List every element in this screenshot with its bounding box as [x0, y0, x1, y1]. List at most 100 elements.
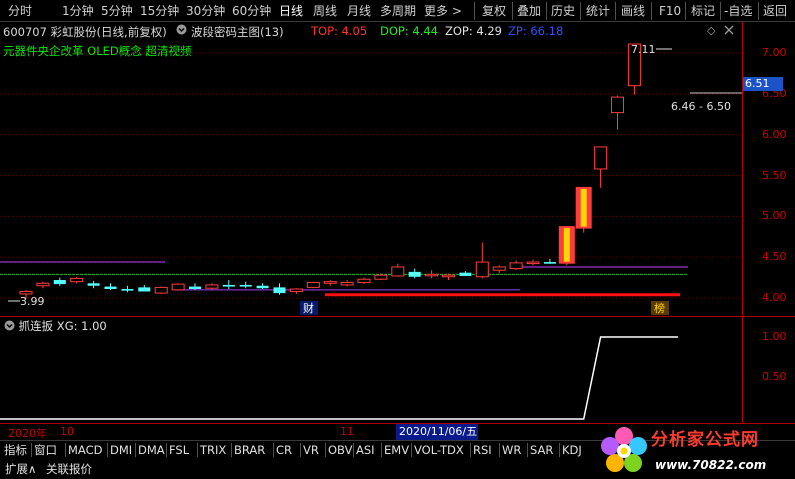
history-button[interactable]: 历史: [551, 3, 575, 19]
candle-body-up: [340, 281, 354, 286]
candle-body-up: [509, 262, 523, 270]
tab-divider: [353, 443, 354, 457]
candle-body-up: [36, 282, 50, 287]
current-price-label: 6.51: [743, 77, 783, 91]
adjust-button[interactable]: 复权: [482, 3, 506, 19]
indicator-tab-rsi[interactable]: RSI: [473, 442, 492, 458]
indicator-tab-fsl[interactable]: FSL: [169, 442, 189, 458]
indicator-tab-obv[interactable]: OBV: [328, 442, 352, 458]
indicator-tab-指标[interactable]: 指标: [4, 442, 27, 458]
indicator-tab-asi[interactable]: ASI: [356, 442, 375, 458]
indicator-tab-brar[interactable]: BRAR: [234, 442, 265, 458]
overlay-button[interactable]: 叠加: [517, 3, 541, 19]
tab-more[interactable]: 更多 >: [424, 3, 462, 19]
candle-body-up: [19, 290, 33, 295]
candlestick-chart: 7.11 6.46 - 6.50 3.99 财 榜: [0, 43, 742, 315]
indicator-tab-trix[interactable]: TRIX: [200, 442, 226, 458]
tab-divider: [107, 443, 108, 457]
candle-body-down: [408, 271, 421, 277]
mark-button[interactable]: 标记: [691, 3, 715, 19]
candle-body-down: [104, 286, 117, 290]
candle-body-down: [256, 285, 269, 289]
candle-body-up: [425, 273, 439, 277]
marker-bang: 榜: [654, 301, 665, 315]
price-tick: 4.00: [762, 291, 787, 304]
candle-body-down: [273, 287, 286, 294]
tab-30min[interactable]: 30分钟: [186, 3, 225, 19]
tab-divider: [135, 443, 136, 457]
tab-divider: [381, 443, 382, 457]
tab-5min[interactable]: 5分钟: [101, 3, 133, 19]
indicator-tab-sar[interactable]: SAR: [530, 442, 553, 458]
tab-divider: [231, 443, 232, 457]
price-tick: 4.50: [762, 250, 787, 264]
price-tick: 6.00: [762, 127, 787, 141]
candle-body-up: [205, 284, 219, 289]
tab-1min[interactable]: 1分钟: [62, 3, 94, 19]
tab-divider: [166, 443, 167, 457]
f10-button[interactable]: F10: [659, 3, 681, 19]
remove-watchlist-button[interactable]: -自选: [724, 3, 752, 19]
tab-15min[interactable]: 15分钟: [140, 3, 179, 19]
tab-fenshi[interactable]: 分时: [8, 3, 32, 19]
expand-button[interactable]: 扩展∧: [5, 461, 36, 477]
toolbar-divider: [512, 2, 513, 20]
indicator-tick: 1.00: [762, 330, 787, 343]
date-month-11: 11: [340, 425, 354, 438]
tab-divider: [499, 443, 500, 457]
tab-divider: [527, 443, 528, 457]
tab-daily[interactable]: 日线: [279, 3, 303, 19]
tab-multi-period[interactable]: 多周期: [380, 3, 416, 19]
indicator-tab-窗口[interactable]: 窗口: [34, 442, 57, 458]
candle-body-down: [543, 262, 556, 264]
range-label: 6.46 - 6.50: [671, 100, 731, 113]
candle-body-up: [306, 281, 320, 288]
period-toolbar: 分时 1分钟 5分钟 15分钟 30分钟 60分钟 日线 周线 月线 多周期 更…: [0, 0, 795, 22]
indicator-tab-dma[interactable]: DMA: [138, 442, 165, 458]
toolbar-divider: [651, 2, 652, 20]
candle-body-up: [611, 96, 624, 114]
toolbar-divider: [685, 2, 686, 20]
candle-body-up: [526, 261, 540, 265]
indicator-tab-cr[interactable]: CR: [276, 442, 292, 458]
indicator-tab-emv[interactable]: EMV: [384, 442, 409, 458]
candle-body-down: [138, 287, 151, 292]
toolbar-divider: [615, 2, 616, 20]
related-quote-tab[interactable]: 关联报价: [46, 461, 92, 477]
indicator-tab-vr[interactable]: VR: [303, 442, 319, 458]
price-tick: 5.00: [762, 209, 787, 223]
candle-body-up: [323, 281, 337, 284]
candle-body-down: [53, 280, 66, 285]
toolbar-divider: [546, 2, 547, 20]
candle-body-up: [475, 261, 489, 278]
candle-body-up: [154, 286, 168, 294]
price-tick: 5.50: [762, 168, 787, 182]
indicator-tick: 0.50: [762, 370, 787, 383]
indicator-tab-dmi[interactable]: DMI: [110, 442, 132, 458]
indicator-tab-wr[interactable]: WR: [502, 442, 521, 458]
indicator-tab-kdj[interactable]: KDJ: [562, 442, 582, 458]
tab-monthly[interactable]: 月线: [347, 3, 371, 19]
indicator-tab-macd[interactable]: MACD: [68, 442, 102, 458]
watermark-url: www.70822.com: [655, 458, 767, 472]
candle-body-up: [492, 266, 506, 271]
candle-body-down: [121, 289, 134, 291]
marker-cai: 财: [303, 301, 314, 315]
candle-body-up: [442, 274, 455, 278]
candle-body-down: [459, 272, 472, 276]
candle-body-up: [289, 288, 303, 292]
stats-button[interactable]: 统计: [586, 3, 610, 19]
tab-weekly[interactable]: 周线: [313, 3, 337, 19]
tab-60min[interactable]: 60分钟: [232, 3, 271, 19]
tab-divider: [300, 443, 301, 457]
toolbar-divider: [474, 2, 475, 20]
tab-divider: [197, 443, 198, 457]
candle-body-limit-up-core: [580, 188, 587, 227]
indicator-tab-vol-tdx[interactable]: VOL-TDX: [414, 442, 464, 458]
candle-body-up: [594, 146, 608, 170]
date-year: 2020年: [8, 427, 47, 440]
crosshair-date: 2020/11/06/五: [396, 424, 478, 440]
candle-body-up: [391, 266, 405, 277]
back-button[interactable]: 返回: [763, 3, 787, 19]
draw-line-button[interactable]: 画线: [621, 3, 645, 19]
